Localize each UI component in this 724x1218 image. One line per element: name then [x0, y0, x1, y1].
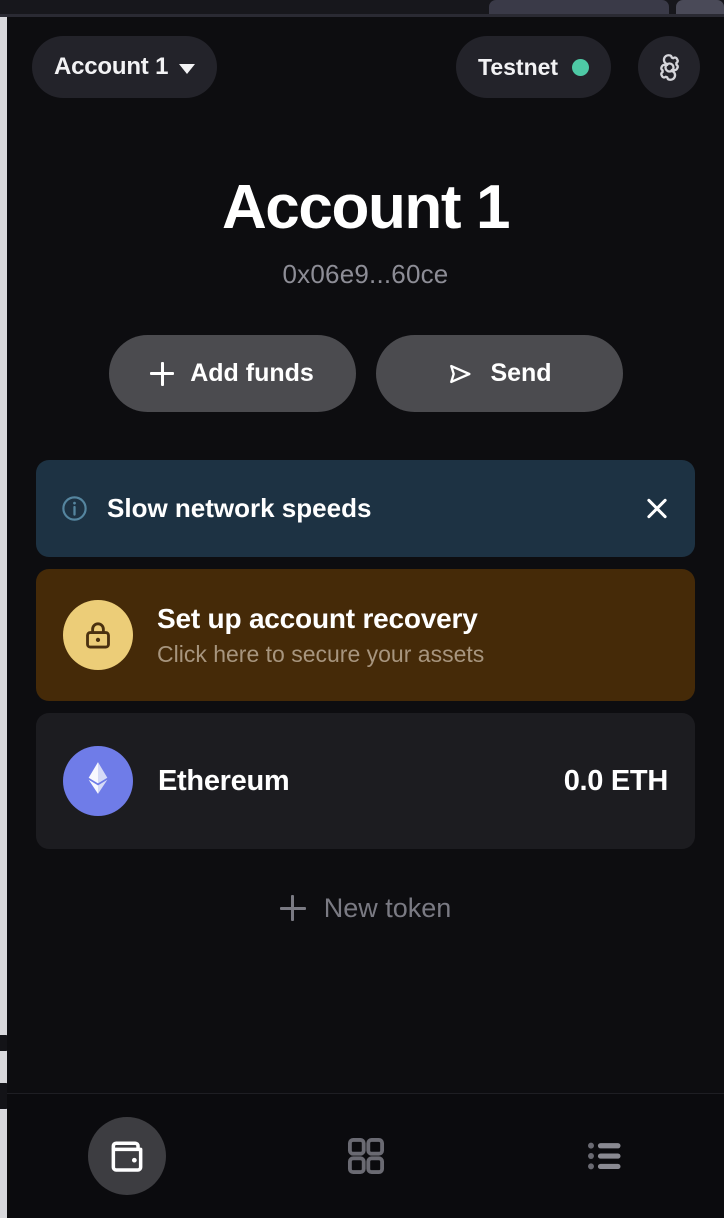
close-icon[interactable]	[641, 493, 673, 525]
network-status-dot	[572, 58, 590, 76]
token-row-ethereum[interactable]: Ethereum 0.0 ETH	[36, 713, 695, 849]
ethereum-icon	[88, 762, 108, 794]
token-balance: 0.0 ETH	[563, 764, 669, 797]
nav-wallet-active-background	[87, 1117, 166, 1195]
nav-item-apps[interactable]	[246, 1094, 485, 1218]
wallet-app: Account 1 Testnet Account 1 0x06e9...60c…	[7, 17, 724, 1218]
page-title: Account 1	[221, 173, 511, 242]
nav-item-activity[interactable]	[485, 1094, 724, 1218]
list-icon	[587, 1142, 621, 1170]
account-address[interactable]: 0x06e9...60ce	[7, 259, 724, 290]
browser-tab-secondary[interactable]	[676, 0, 724, 14]
account-actions: Add funds Send	[7, 335, 724, 412]
recovery-icon-badge	[63, 600, 133, 670]
gear-icon	[659, 53, 679, 81]
grid-apps-icon	[347, 1137, 384, 1175]
network-alert-text: Slow network speeds	[107, 493, 372, 523]
wallet-icon	[111, 1141, 142, 1172]
plus-icon	[279, 895, 306, 921]
network-label: Testnet	[478, 53, 559, 80]
content-cards: Slow network speeds Set up account recov…	[36, 460, 695, 935]
recovery-text-block: Set up account recovery Click here to se…	[157, 603, 484, 668]
account-recovery-card[interactable]: Set up account recovery Click here to se…	[36, 569, 695, 701]
browser-chrome-strip	[0, 0, 724, 14]
browser-tab-active[interactable]	[489, 0, 669, 14]
new-token-label: New token	[323, 892, 452, 923]
plus-icon	[150, 361, 175, 386]
nav-item-wallet[interactable]	[7, 1094, 246, 1218]
add-funds-button[interactable]: Add funds	[108, 335, 356, 412]
top-bar: Account 1 Testnet	[7, 36, 724, 102]
token-icon-badge	[63, 746, 133, 816]
chevron-down-icon	[179, 63, 196, 74]
network-alert-banner: Slow network speeds	[36, 460, 695, 557]
send-button[interactable]: Send	[375, 335, 623, 412]
settings-button[interactable]	[638, 36, 700, 98]
account-switcher-label: Account 1	[54, 53, 169, 80]
token-list: Ethereum 0.0 ETH	[36, 713, 695, 849]
bottom-navigation-bar	[7, 1093, 724, 1218]
account-header: Account 1 0x06e9...60ce	[7, 177, 724, 290]
token-name: Ethereum	[158, 764, 290, 797]
network-selector-button[interactable]: Testnet	[456, 36, 612, 98]
recovery-subtitle: Click here to secure your assets	[157, 640, 485, 667]
recovery-title: Set up account recovery	[157, 602, 478, 634]
add-new-token-button[interactable]: New token	[36, 881, 695, 935]
send-label: Send	[490, 359, 552, 387]
info-circle-icon	[62, 496, 87, 521]
account-switcher-button[interactable]: Account 1	[32, 36, 218, 98]
send-icon	[450, 364, 471, 383]
lock-icon	[86, 622, 110, 649]
add-funds-label: Add funds	[190, 359, 314, 387]
